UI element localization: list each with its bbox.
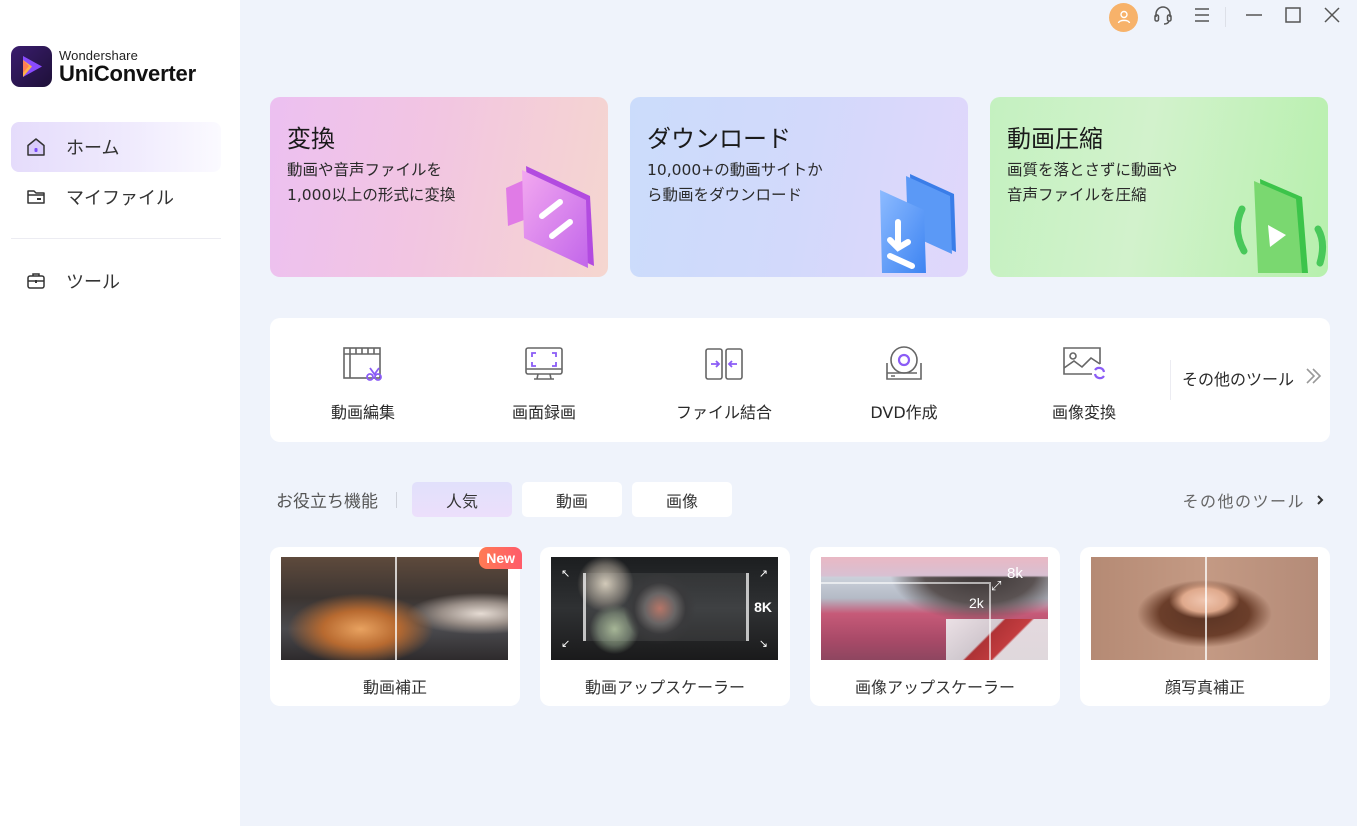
tool-video-edit[interactable]: 動画編集 bbox=[273, 318, 453, 442]
image-convert-icon bbox=[1062, 342, 1106, 386]
expand-arrow-icon: ↙ bbox=[561, 637, 571, 650]
feature-card-compress[interactable]: 動画圧縮 画質を落とさずに動画や音声ファイルを圧縮 bbox=[990, 97, 1328, 277]
download-icon bbox=[868, 168, 968, 277]
dvd-burn-icon bbox=[882, 342, 926, 386]
double-chevron-right-icon bbox=[1304, 366, 1322, 390]
more-tools-link[interactable]: その他のツール bbox=[1182, 488, 1325, 512]
folder-icon bbox=[25, 186, 47, 208]
expand-arrow-icon: ↗ bbox=[758, 567, 768, 580]
resize-arrow-icon: ⤢ bbox=[991, 579, 1002, 594]
feature-title: 変換 bbox=[287, 125, 335, 153]
card-label: 動画補正 bbox=[362, 678, 427, 697]
minimize-icon bbox=[1245, 6, 1263, 28]
card-label: 画像アップスケーラー bbox=[854, 678, 1015, 697]
product-name: UniConverter bbox=[59, 60, 196, 86]
header-separator bbox=[396, 491, 397, 508]
upscale-frame bbox=[821, 582, 991, 660]
home-icon bbox=[25, 136, 47, 158]
feature-title: ダウンロード bbox=[647, 125, 791, 153]
file-merge-icon bbox=[702, 342, 746, 386]
app-logo: Wondershare UniConverter bbox=[11, 46, 196, 87]
maximize-button[interactable] bbox=[1273, 0, 1312, 34]
tool-label: 動画編集 bbox=[330, 403, 395, 422]
section-title: お役立ち機能 bbox=[276, 492, 378, 512]
more-tools-label: その他のツール bbox=[1182, 370, 1295, 389]
user-avatar-icon bbox=[1109, 2, 1138, 32]
feature-description: 動画や音声ファイルを1,000以上の形式に変換 bbox=[287, 161, 456, 204]
sidebar-divider bbox=[11, 238, 221, 239]
video-upscaler-thumbnail: 8K ↖ ↗ ↙ ↘ bbox=[551, 557, 778, 660]
video-convert-icon bbox=[498, 158, 608, 277]
tool-label: 画面録画 bbox=[511, 403, 576, 422]
sidebar-item-home[interactable]: ホーム bbox=[11, 122, 221, 172]
tool-dvd-burn[interactable]: DVD作成 bbox=[814, 318, 994, 442]
helpful-features-header: お役立ち機能 人気 動画 画像 bbox=[276, 482, 742, 517]
expand-arrow-icon: ↘ bbox=[758, 637, 768, 650]
menu-icon bbox=[1193, 7, 1211, 27]
tools-bar: 動画編集 画面録画 ファイル結合 DVD作成 画像変換 その他のツール bbox=[270, 318, 1330, 442]
upscale-frame bbox=[583, 573, 749, 641]
brand-name: Wondershare bbox=[59, 47, 138, 63]
card-video-upscaler[interactable]: 8K ↖ ↗ ↙ ↘ 動画アップスケーラー bbox=[540, 547, 790, 706]
card-video-enhance[interactable]: New 動画補正 bbox=[270, 547, 522, 706]
sidebar-item-my-files[interactable]: マイファイル bbox=[11, 172, 221, 222]
sidebar-item-label: ホーム bbox=[66, 138, 120, 159]
card-label: 動画アップスケーラー bbox=[584, 678, 745, 697]
tool-screen-record[interactable]: 画面録画 bbox=[454, 318, 634, 442]
expand-arrow-icon: ↖ bbox=[561, 567, 571, 580]
close-icon bbox=[1323, 6, 1341, 28]
tool-label: 画像変換 bbox=[1051, 403, 1116, 422]
tool-label: DVD作成 bbox=[870, 403, 938, 422]
resolution-to-label: 8k bbox=[1007, 565, 1023, 582]
tool-label: ファイル結合 bbox=[675, 403, 772, 422]
close-button[interactable] bbox=[1312, 0, 1351, 34]
feature-card-convert[interactable]: 変換 動画や音声ファイルを1,000以上の形式に変換 bbox=[270, 97, 608, 277]
compress-icon bbox=[1228, 173, 1328, 277]
sidebar: Wondershare UniConverter ホーム マイファイル ツール bbox=[0, 0, 240, 826]
minimize-button[interactable] bbox=[1234, 0, 1273, 34]
resolution-label: 8K bbox=[754, 599, 772, 615]
chevron-right-icon bbox=[1315, 491, 1325, 510]
headset-support-icon bbox=[1152, 4, 1174, 30]
maximize-icon bbox=[1284, 6, 1302, 28]
feature-description: 画質を落とさずに動画や音声ファイルを圧縮 bbox=[1007, 161, 1178, 204]
more-tools-button[interactable]: その他のツール bbox=[1182, 366, 1322, 390]
card-face-enhance[interactable]: 顔写真補正 bbox=[1080, 547, 1330, 706]
tab-image[interactable]: 画像 bbox=[632, 482, 732, 517]
feature-title: 動画圧縮 bbox=[1007, 125, 1103, 153]
tab-video[interactable]: 動画 bbox=[522, 482, 622, 517]
video-edit-scissors-icon bbox=[341, 342, 385, 386]
titlebar-separator bbox=[1225, 7, 1226, 27]
sidebar-item-tools[interactable]: ツール bbox=[11, 256, 221, 306]
title-bar bbox=[1104, 0, 1357, 34]
screen-record-icon bbox=[522, 342, 566, 386]
new-badge: New bbox=[479, 547, 522, 569]
card-image-upscaler[interactable]: 2k 8k ⤢ 画像アップスケーラー bbox=[810, 547, 1060, 706]
video-enhance-thumbnail bbox=[281, 557, 508, 660]
account-button[interactable] bbox=[1104, 0, 1143, 34]
tab-popular[interactable]: 人気 bbox=[412, 482, 512, 517]
sidebar-item-label: ツール bbox=[66, 272, 120, 293]
comparison-divider bbox=[394, 557, 397, 660]
tools-separator bbox=[1170, 360, 1171, 400]
card-label: 顔写真補正 bbox=[1164, 678, 1245, 697]
toolbox-icon bbox=[25, 270, 47, 292]
sidebar-item-label: マイファイル bbox=[66, 188, 174, 209]
comparison-divider bbox=[1204, 557, 1207, 660]
sidebar-nav: ホーム マイファイル ツール bbox=[11, 122, 221, 306]
feature-card-download[interactable]: ダウンロード 10,000+の動画サイトから動画をダウンロード bbox=[630, 97, 968, 277]
uniconverter-logo-icon bbox=[11, 46, 52, 87]
resolution-from-label: 2k bbox=[969, 595, 984, 611]
more-tools-link-label: その他のツール bbox=[1182, 492, 1305, 511]
support-button[interactable] bbox=[1143, 0, 1182, 34]
face-enhance-thumbnail bbox=[1091, 557, 1318, 660]
feature-description: 10,000+の動画サイトから動画をダウンロード bbox=[647, 161, 823, 204]
tool-file-merge[interactable]: ファイル結合 bbox=[634, 318, 814, 442]
image-upscaler-thumbnail: 2k 8k ⤢ bbox=[821, 557, 1048, 660]
tool-image-convert[interactable]: 画像変換 bbox=[994, 318, 1174, 442]
menu-button[interactable] bbox=[1182, 0, 1221, 34]
